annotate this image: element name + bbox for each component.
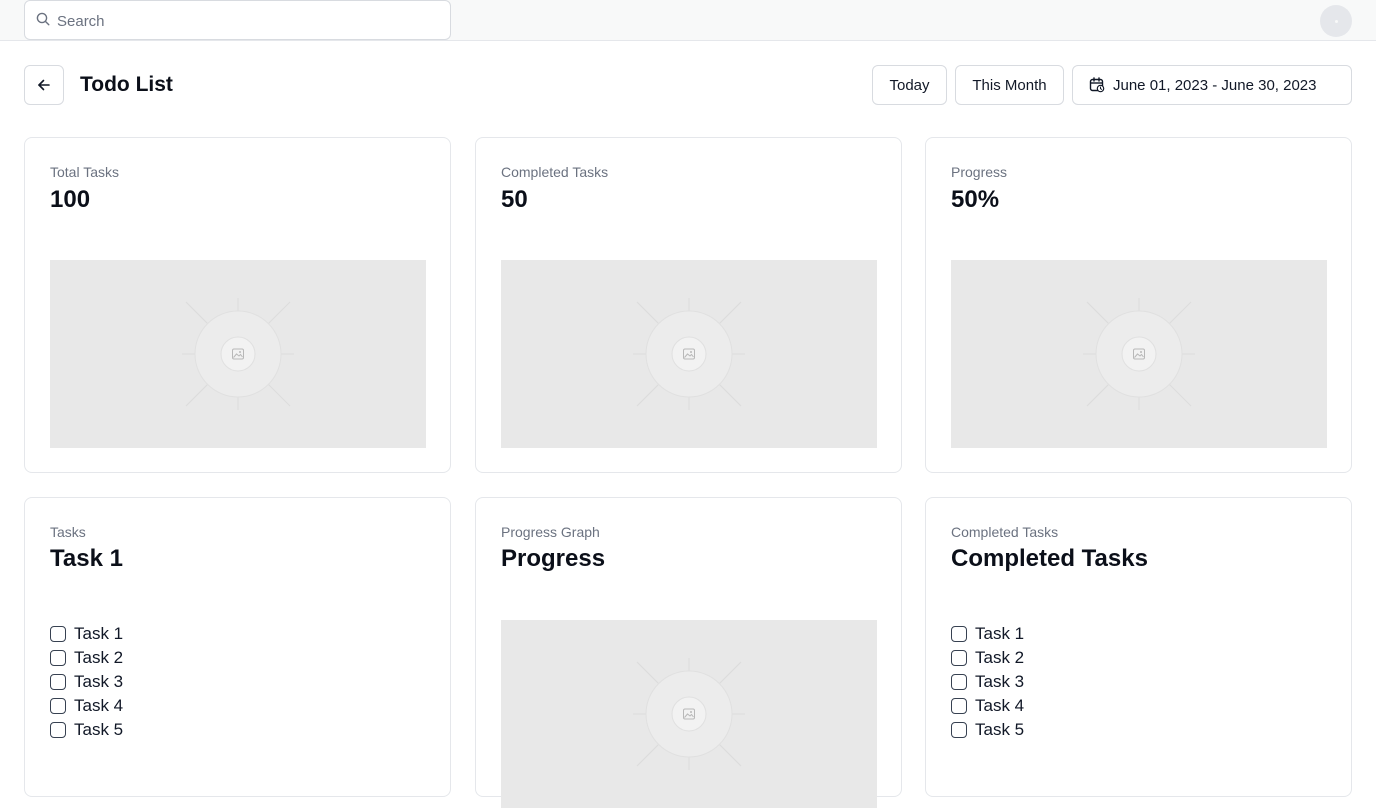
avatar[interactable] xyxy=(1320,5,1352,37)
total-tasks-card: Total Tasks 100 xyxy=(24,137,451,473)
task-item[interactable]: Task 2 xyxy=(951,646,1024,670)
card-label: Tasks xyxy=(50,524,86,540)
progress-card: Progress 50% xyxy=(925,137,1352,473)
date-range-button[interactable]: June 01, 2023 - June 30, 2023 xyxy=(1072,65,1352,105)
image-placeholder-graphic xyxy=(182,298,294,410)
task-list: Task 1 Task 2 Task 3 Task 4 Task 5 xyxy=(50,622,123,742)
card-heading: Task 1 xyxy=(50,545,123,572)
task-label: Task 4 xyxy=(975,696,1025,715)
card-value: 50 xyxy=(501,186,528,213)
card-heading: Completed Tasks xyxy=(951,545,1148,572)
this-month-button[interactable]: This Month xyxy=(955,65,1064,105)
task-item[interactable]: Task 2 xyxy=(50,646,123,670)
task-label: Task 3 xyxy=(74,672,124,691)
progress-graph-card: Progress Graph Progress xyxy=(475,497,902,808)
card-value: 50% xyxy=(951,186,1000,213)
search-input[interactable] xyxy=(57,10,437,32)
back-button[interactable] xyxy=(24,65,64,105)
task-checkbox[interactable] xyxy=(50,698,66,714)
task-item[interactable]: Task 5 xyxy=(50,718,123,742)
arrow-left-icon xyxy=(38,79,50,91)
completed-task-list: Task 1 Task 2 Task 3 Task 4 Task 5 xyxy=(951,622,1024,742)
task-checkbox[interactable] xyxy=(951,626,967,642)
task-checkbox[interactable] xyxy=(951,650,967,666)
card-label: Completed Tasks xyxy=(501,164,609,180)
task-checkbox[interactable] xyxy=(951,722,967,738)
task-label: Task 1 xyxy=(74,624,124,643)
tasks-card: Tasks Task 1 Task 1 Task 2 Task 3 Task 4… xyxy=(24,497,451,797)
card-heading: Progress xyxy=(501,545,606,572)
card-label: Total Tasks xyxy=(50,164,119,180)
card-label: Progress xyxy=(951,164,1008,180)
task-label: Task 5 xyxy=(74,720,124,739)
task-item[interactable]: Task 4 xyxy=(50,694,123,718)
task-item[interactable]: Task 4 xyxy=(951,694,1024,718)
task-label: Task 1 xyxy=(975,624,1025,643)
task-label: Task 2 xyxy=(975,648,1025,667)
image-placeholder-graphic xyxy=(633,658,745,770)
task-label: Task 2 xyxy=(74,648,124,667)
task-checkbox[interactable] xyxy=(50,674,66,690)
task-checkbox[interactable] xyxy=(951,674,967,690)
task-item[interactable]: Task 3 xyxy=(50,670,123,694)
completed-tasks-list-card: Completed Tasks Completed Tasks Task 1 T… xyxy=(925,497,1352,797)
task-item[interactable]: Task 5 xyxy=(951,718,1024,742)
image-placeholder xyxy=(501,620,877,808)
image-placeholder xyxy=(501,260,877,448)
task-checkbox[interactable] xyxy=(50,626,66,642)
image-placeholder xyxy=(50,260,426,448)
today-button[interactable]: Today xyxy=(872,65,947,105)
task-label: Task 3 xyxy=(975,672,1025,691)
page-title: Todo List xyxy=(80,73,173,96)
top-bar xyxy=(0,0,1376,41)
task-label: Task 4 xyxy=(74,696,124,715)
task-checkbox[interactable] xyxy=(951,698,967,714)
task-item[interactable]: Task 1 xyxy=(951,622,1024,646)
task-item[interactable]: Task 1 xyxy=(50,622,123,646)
calendar-icon xyxy=(1089,77,1105,93)
task-item[interactable]: Task 3 xyxy=(951,670,1024,694)
task-checkbox[interactable] xyxy=(50,722,66,738)
task-label: Task 5 xyxy=(975,720,1025,739)
card-label: Progress Graph xyxy=(501,524,600,540)
image-placeholder xyxy=(951,260,1327,448)
card-value: 100 xyxy=(50,186,91,213)
date-range-label: June 01, 2023 - June 30, 2023 xyxy=(1113,76,1317,94)
search-box[interactable] xyxy=(24,0,451,40)
avatar-dot xyxy=(1334,19,1338,23)
image-placeholder-graphic xyxy=(633,298,745,410)
completed-tasks-card: Completed Tasks 50 xyxy=(475,137,902,473)
image-placeholder-graphic xyxy=(1083,298,1195,410)
search-icon xyxy=(36,12,50,26)
task-checkbox[interactable] xyxy=(50,650,66,666)
card-label: Completed Tasks xyxy=(951,524,1059,540)
